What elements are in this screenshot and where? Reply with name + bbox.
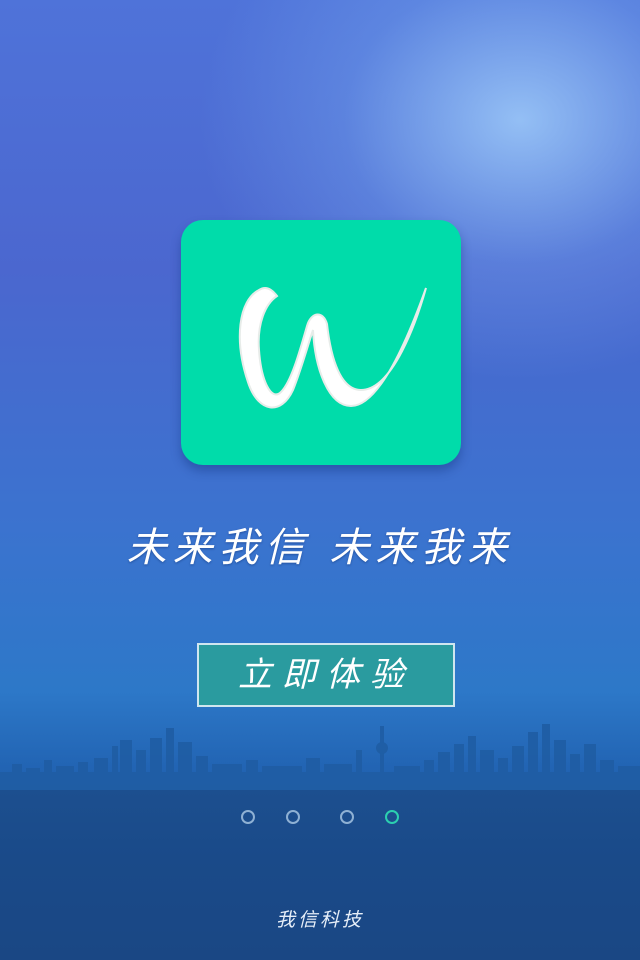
app-logo [181, 220, 461, 465]
company-name: 我信科技 [275, 909, 364, 931]
page-indicator [0, 810, 640, 828]
slogan-text: 未来我信 未来我来 [126, 525, 514, 571]
page-dot-3[interactable] [340, 810, 354, 824]
page-dot-2[interactable] [286, 810, 300, 824]
city-skyline-image [0, 724, 640, 795]
page-dot-4-active[interactable] [385, 810, 399, 824]
start-experience-button[interactable]: 立即体验 [197, 643, 455, 707]
splash-screen: 未来我信 未来我来 立即体验 我信科技 [0, 0, 640, 960]
w-letter-logo-icon [238, 287, 427, 409]
page-dot-1[interactable] [241, 810, 255, 824]
